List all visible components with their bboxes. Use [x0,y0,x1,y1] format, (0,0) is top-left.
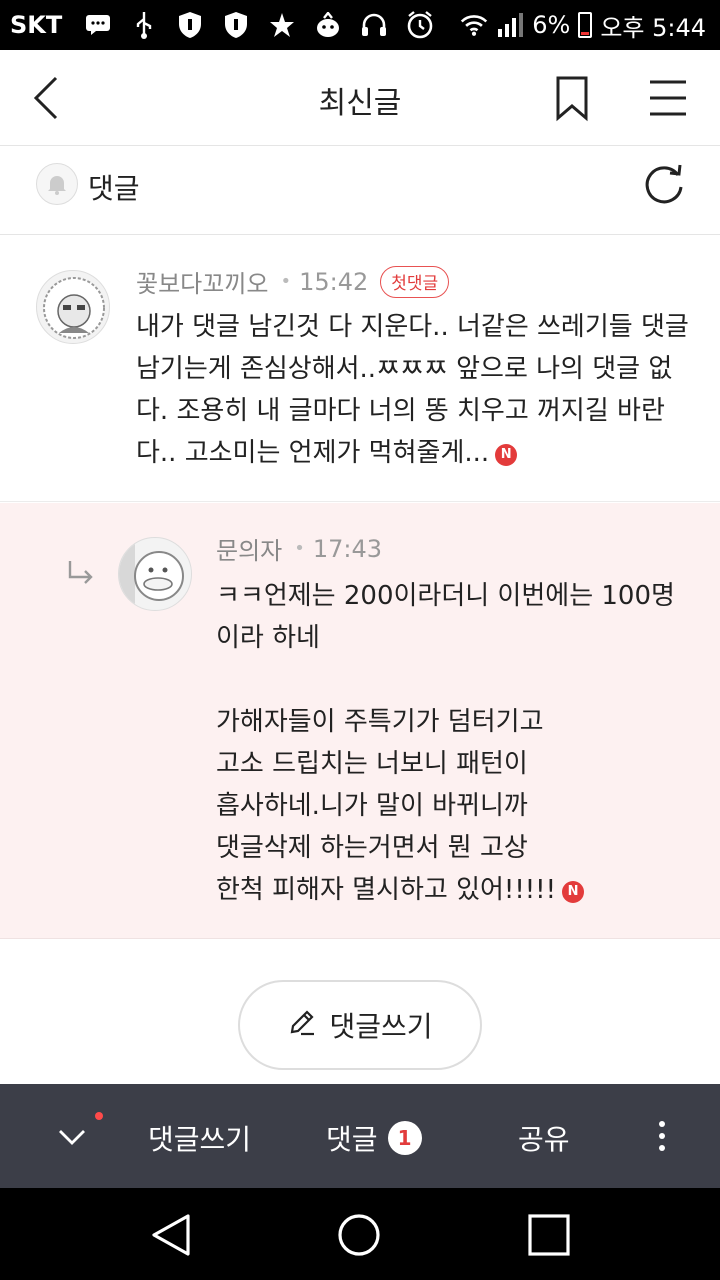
toolbar-comments-label: 댓글 [326,1123,378,1156]
reply-text: ㅋㅋ언제는 200이라더니 이번에는 100명이라 하네 가해자들이 주특기가 … [216,575,686,911]
new-badge: N [495,444,518,466]
usb-icon [130,11,158,39]
avatar[interactable] [118,537,192,611]
comment-body: 내가 댓글 남긴것 다 지운다.. 너같은 쓰레기들 댓글 남기는게 존심상해서… [136,312,698,468]
toolbar-write-button[interactable]: 댓글쓰기 [148,1118,251,1158]
mascot-icon [314,11,342,39]
star-icon [268,11,296,39]
comment-count-badge: 1 [387,1121,422,1155]
new-badge: N [562,881,585,903]
nav-home-icon[interactable] [336,1212,382,1258]
clock: 오후 5:44 [600,13,706,42]
write-comment-label: 댓글쓰기 [329,1010,433,1043]
battery-icon [578,12,593,38]
carrier-label: SKT [10,11,63,39]
wifi-icon [460,11,488,39]
battery-percent: 6% [532,11,571,39]
nickname[interactable]: 꽃보다꼬끼오 [136,264,268,299]
pencil-icon [287,1007,317,1044]
comment-meta: 꽃보다꼬끼오 • 15:42 첫댓글 [136,264,450,299]
bottom-toolbar: 댓글쓰기 댓글 1 공유 [0,1084,720,1188]
shield-icon [176,11,204,39]
first-comment-badge: 첫댓글 [380,265,450,298]
reply-item: 문의자 • 17:43 ㅋㅋ언제는 200이라더니 이번에는 100명이라 하네… [0,503,720,939]
nav-recents-icon[interactable] [526,1212,572,1258]
notification-dot [95,1112,103,1120]
page-title: 최신글 [318,86,402,121]
toolbar-share-button[interactable]: 공유 [518,1118,570,1158]
comments-label: 댓글 [88,172,140,205]
separator-dot: • [294,538,305,559]
comments-header: 댓글 [0,147,720,235]
chevron-down-icon[interactable] [56,1122,88,1152]
shield-icon [222,11,250,39]
separator-dot: • [280,271,292,292]
timestamp: 17:43 [312,534,383,563]
reply-meta: 문의자 • 17:43 [216,531,382,566]
bookmark-icon[interactable] [552,74,592,122]
comment-item: 꽃보다꼬끼오 • 15:42 첫댓글 내가 댓글 남긴것 다 지운다.. 너같은… [0,236,720,502]
alarm-icon [406,11,434,39]
nickname[interactable]: 문의자 [216,531,282,566]
reply-body: ㅋㅋ언제는 200이라더니 이번에는 100명이라 하네 가해자들이 주특기가 … [216,581,675,905]
more-options-icon[interactable] [650,1112,674,1160]
nav-back-icon[interactable] [148,1212,194,1258]
status-bar: SKT 6% 오후 5:44 [0,0,720,50]
navigation-bar [0,1188,720,1280]
headset-icon [360,11,388,39]
signal-icon [496,11,524,39]
reply-arrow-icon [66,559,96,587]
avatar[interactable] [36,270,110,344]
bell-icon[interactable] [36,163,78,205]
refresh-icon[interactable] [640,161,688,209]
menu-icon[interactable] [646,78,690,118]
toolbar-comments-button[interactable]: 댓글 1 [326,1118,422,1158]
timestamp: 15:42 [299,267,369,296]
app-header: 최신글 [0,50,720,146]
message-icon [84,11,112,39]
write-comment-button[interactable]: 댓글쓰기 [238,980,482,1070]
comment-text: 내가 댓글 남긴것 다 지운다.. 너같은 쓰레기들 댓글 남기는게 존심상해서… [136,306,696,474]
